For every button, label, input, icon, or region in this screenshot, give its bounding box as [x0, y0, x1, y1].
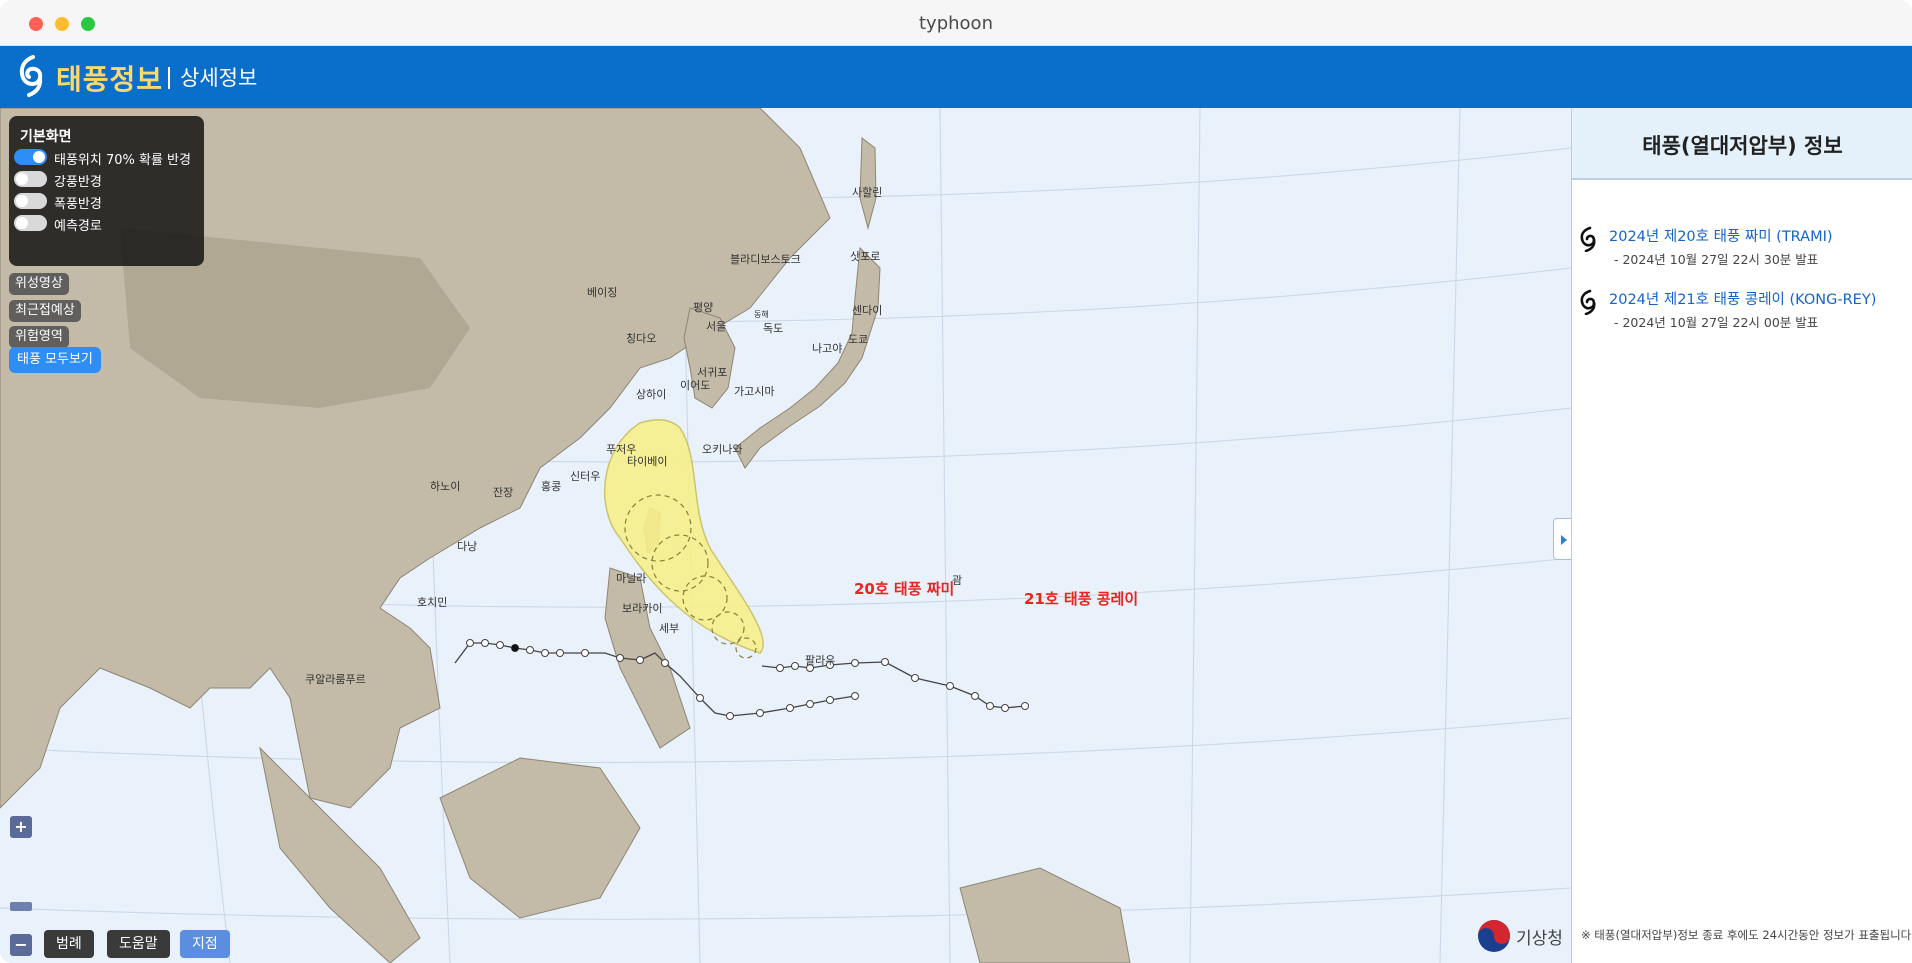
- place-label: 타이베이: [627, 455, 668, 468]
- place-label: 독도: [763, 322, 784, 335]
- place-label: 나고야: [812, 342, 843, 355]
- storm-name-link[interactable]: 2024년 제21호 태풍 콩레이 (KONG-REY): [1609, 288, 1876, 309]
- point-button[interactable]: 지점: [180, 930, 230, 958]
- typhoon-logo-icon[interactable]: [16, 54, 46, 98]
- closest-approach-button[interactable]: 최근접예상: [9, 300, 81, 322]
- storm-issued-time: - 2024년 10월 27일 22시 00분 발표: [1614, 315, 1819, 330]
- toggle-switch[interactable]: [14, 171, 47, 187]
- typhoon-icon: [1580, 289, 1596, 315]
- layer-toggle-storm-wind[interactable]: 폭풍반경: [14, 190, 204, 212]
- storm-name-link[interactable]: 2024년 제20호 태풍 짜미 (TRAMI): [1609, 225, 1833, 246]
- place-label: 평양: [693, 301, 714, 314]
- panel-footnote: ※ 태풍(열대저압부)정보 종료 후에도 24시간동안 정보가 표출됩니다.: [1581, 928, 1912, 942]
- current-position-point: [511, 644, 519, 652]
- place-label: 이어도: [680, 379, 711, 392]
- place-label: 보라카이: [622, 602, 663, 615]
- sakhalin-island: [859, 137, 877, 230]
- place-label: 잔장: [493, 486, 514, 499]
- typhoon-map[interactable]: 사할린 블라디보스토크 삿포로 베이징 평양 센다이 서울 동해 독도 칭다오 …: [0, 108, 1571, 963]
- place-label: 쿠알라룸푸르: [305, 673, 366, 686]
- brand-title[interactable]: 태풍정보: [56, 58, 163, 98]
- kma-logo-text: 기상청: [1516, 929, 1563, 949]
- site-header: 태풍정보 상세정보: [0, 46, 1912, 108]
- place-label: 마닐라: [616, 572, 647, 585]
- place-label: 사할린: [852, 186, 883, 199]
- typhoon-icon: [1580, 226, 1596, 252]
- storm-list-item[interactable]: 2024년 제20호 태풍 짜미 (TRAMI) - 2024년 10월 27일…: [1572, 222, 1912, 270]
- place-label: 가고시마: [734, 385, 775, 398]
- place-label: 상하이: [636, 388, 667, 401]
- place-label: 오키나와: [702, 443, 743, 456]
- place-label: 블라디보스토크: [730, 253, 801, 266]
- header-divider: [168, 67, 170, 89]
- kongrey-map-label[interactable]: 21호 태풍 콩레이: [1024, 588, 1138, 609]
- trami-map-label[interactable]: 20호 태풍 짜미: [854, 578, 954, 599]
- layer-toggle-probability[interactable]: 태풍위치 70% 확률 반경: [14, 146, 204, 168]
- app-window: typhoon 태풍정보 상세정보 사할린 블라디보스토크 삿포로 베이징 평양…: [0, 0, 1912, 963]
- map-canvas: [0, 108, 1571, 963]
- panel-header: 태풍(열대저압부) 정보: [1572, 108, 1912, 180]
- storm-issued-time: - 2024년 10월 27일 22시 30분 발표: [1614, 252, 1819, 267]
- place-label: 센다이: [852, 304, 883, 317]
- title-bar: typhoon: [0, 0, 1912, 46]
- place-label: 서울: [706, 320, 727, 333]
- layer-toggle-strong-wind[interactable]: 강풍반경: [14, 168, 204, 190]
- place-label: 신터우: [570, 470, 601, 483]
- zoom-in-button[interactable]: +: [10, 816, 32, 838]
- place-label: 삿포로: [850, 250, 881, 263]
- place-label: 팔라우: [805, 654, 836, 667]
- toggle-switch[interactable]: [14, 215, 47, 231]
- zoom-slider-handle[interactable]: [10, 902, 32, 911]
- place-label: 도쿄: [848, 333, 869, 346]
- satellite-image-button[interactable]: 위성영상: [9, 273, 69, 295]
- zoom-out-button[interactable]: −: [10, 934, 32, 956]
- layer-toggle-forecast-track[interactable]: 예측경로: [14, 212, 204, 234]
- place-label: 홍콩: [541, 480, 562, 493]
- layer-control-panel: 기본화면 태풍위치 70% 확률 반경 강풍반경 폭풍반경 예측경로: [9, 116, 204, 266]
- track-points: [466, 639, 1029, 720]
- place-label: 베이징: [587, 286, 618, 299]
- danger-area-button[interactable]: 위험영역: [9, 326, 69, 348]
- borneo-island: [439, 757, 641, 919]
- place-label: 하노이: [430, 480, 461, 493]
- place-label: 세부: [659, 622, 680, 635]
- window-title: typhoon: [919, 13, 993, 34]
- legend-button[interactable]: 범례: [44, 930, 94, 958]
- panel-title: 태풍(열대저압부) 정보: [1642, 134, 1843, 158]
- kma-logo: 기상청: [1476, 918, 1566, 954]
- place-label: 동해: [754, 310, 769, 319]
- place-label: 호치민: [417, 596, 448, 609]
- place-label: 칭다오: [626, 332, 657, 345]
- layer-label: 강풍반경: [54, 175, 102, 190]
- toggle-switch[interactable]: [14, 149, 47, 165]
- toggle-switch[interactable]: [14, 193, 47, 209]
- layer-panel-title: 기본화면: [20, 129, 72, 145]
- new-guinea-island: [959, 867, 1131, 963]
- typhoon-info-panel: 태풍(열대저압부) 정보 2024년 제20호 태풍 짜미 (TRAMI) - …: [1571, 108, 1912, 963]
- show-all-typhoons-button[interactable]: 태풍 모두보기: [9, 347, 101, 373]
- help-button[interactable]: 도움말: [107, 930, 170, 958]
- layer-label: 태풍위치 70% 확률 반경: [54, 153, 191, 168]
- panel-collapse-handle[interactable]: [1553, 518, 1571, 560]
- place-label: 다낭: [457, 540, 478, 553]
- layer-label: 폭풍반경: [54, 197, 102, 212]
- kma-emblem-icon: [1478, 920, 1510, 952]
- page-subtitle: 상세정보: [180, 66, 258, 90]
- layer-label: 예측경로: [54, 219, 102, 234]
- storm-list-item[interactable]: 2024년 제21호 태풍 콩레이 (KONG-REY) - 2024년 10월…: [1572, 285, 1912, 333]
- kongrey-track: [761, 661, 1026, 709]
